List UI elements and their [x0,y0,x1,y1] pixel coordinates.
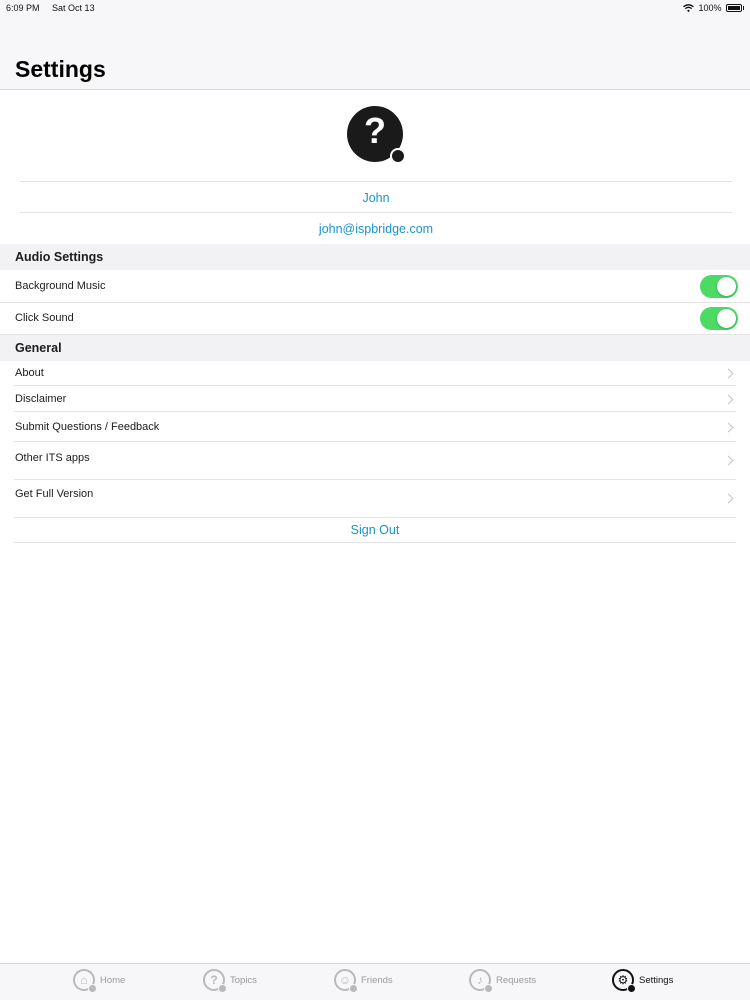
general-item-feedback[interactable]: Submit Questions / Feedback [14,412,736,442]
tab-requests[interactable]: ♪ Requests [469,969,537,993]
click-sound-row: Click Sound [0,303,750,335]
background-music-row: Background Music [0,271,750,303]
general-item-label: Disclaimer [15,393,67,405]
general-item-label: About [15,367,44,379]
background-music-label: Background Music [15,280,106,292]
status-date: Sat Oct 13 [52,3,95,13]
tab-label: Requests [496,974,537,986]
question-icon: ? [203,969,227,993]
profile-email: john@ispbridge.com [318,222,434,236]
profile-name: John [362,191,390,205]
bell-icon: ♪ [469,969,493,993]
tab-label: Home [100,974,126,986]
tab-label: Topics [230,974,257,986]
general-item-label: Other ITS apps [15,452,90,464]
chevron-right-icon [723,455,734,466]
question-icon: ? [364,110,386,151]
tab-home[interactable]: ⌂ Home [73,969,126,993]
sign-out-label: Sign Out [350,523,400,537]
avatar-dot [390,148,406,164]
general-item-other-apps[interactable]: Other ITS apps [14,442,736,480]
click-sound-toggle[interactable] [700,307,738,330]
profile-name-row[interactable]: John [20,181,732,213]
general-item-label: Submit Questions / Feedback [15,421,160,433]
general-item-disclaimer[interactable]: Disclaimer [14,386,736,412]
general-item-full-version[interactable]: Get Full Version [14,480,736,518]
chevron-right-icon [723,493,734,504]
chevron-right-icon [723,368,734,379]
general-item-about[interactable]: About [14,361,736,386]
click-sound-label: Click Sound [15,312,74,324]
sign-out-button[interactable]: Sign Out [14,518,736,543]
chevron-right-icon [723,422,734,433]
battery-icon [725,4,742,12]
toggle-knob [717,309,736,328]
tab-bar: ⌂ Home ? Topics ☺ Friends ♪ Requests ⚙ S… [0,963,750,1000]
general-item-label: Get Full Version [15,488,94,500]
gear-icon: ⚙ [612,969,636,993]
status-bar: 6:09 PM Sat Oct 13 100% [0,0,750,16]
background-music-toggle[interactable] [700,275,738,298]
home-icon: ⌂ [73,969,97,993]
toggle-knob [717,277,736,296]
tab-topics[interactable]: ? Topics [203,969,257,993]
general-header: General [0,335,750,361]
tab-friends[interactable]: ☺ Friends [334,969,393,993]
battery-percentage: 100% [698,3,722,13]
profile-email-row[interactable]: john@ispbridge.com [20,212,732,244]
audio-settings-header: Audio Settings [0,244,750,270]
general-title: General [15,341,62,355]
tab-label: Settings [639,974,674,986]
audio-settings-title: Audio Settings [15,250,104,264]
chevron-right-icon [723,394,734,405]
tab-settings[interactable]: ⚙ Settings [612,969,674,993]
battery-tip [742,6,744,10]
page-title: Settings [15,56,106,82]
status-time: 6:09 PM [6,3,40,13]
tab-label: Friends [361,974,393,986]
navigation-header: Settings [0,16,750,90]
person-icon: ☺ [334,969,358,993]
wifi-icon [683,4,695,12]
